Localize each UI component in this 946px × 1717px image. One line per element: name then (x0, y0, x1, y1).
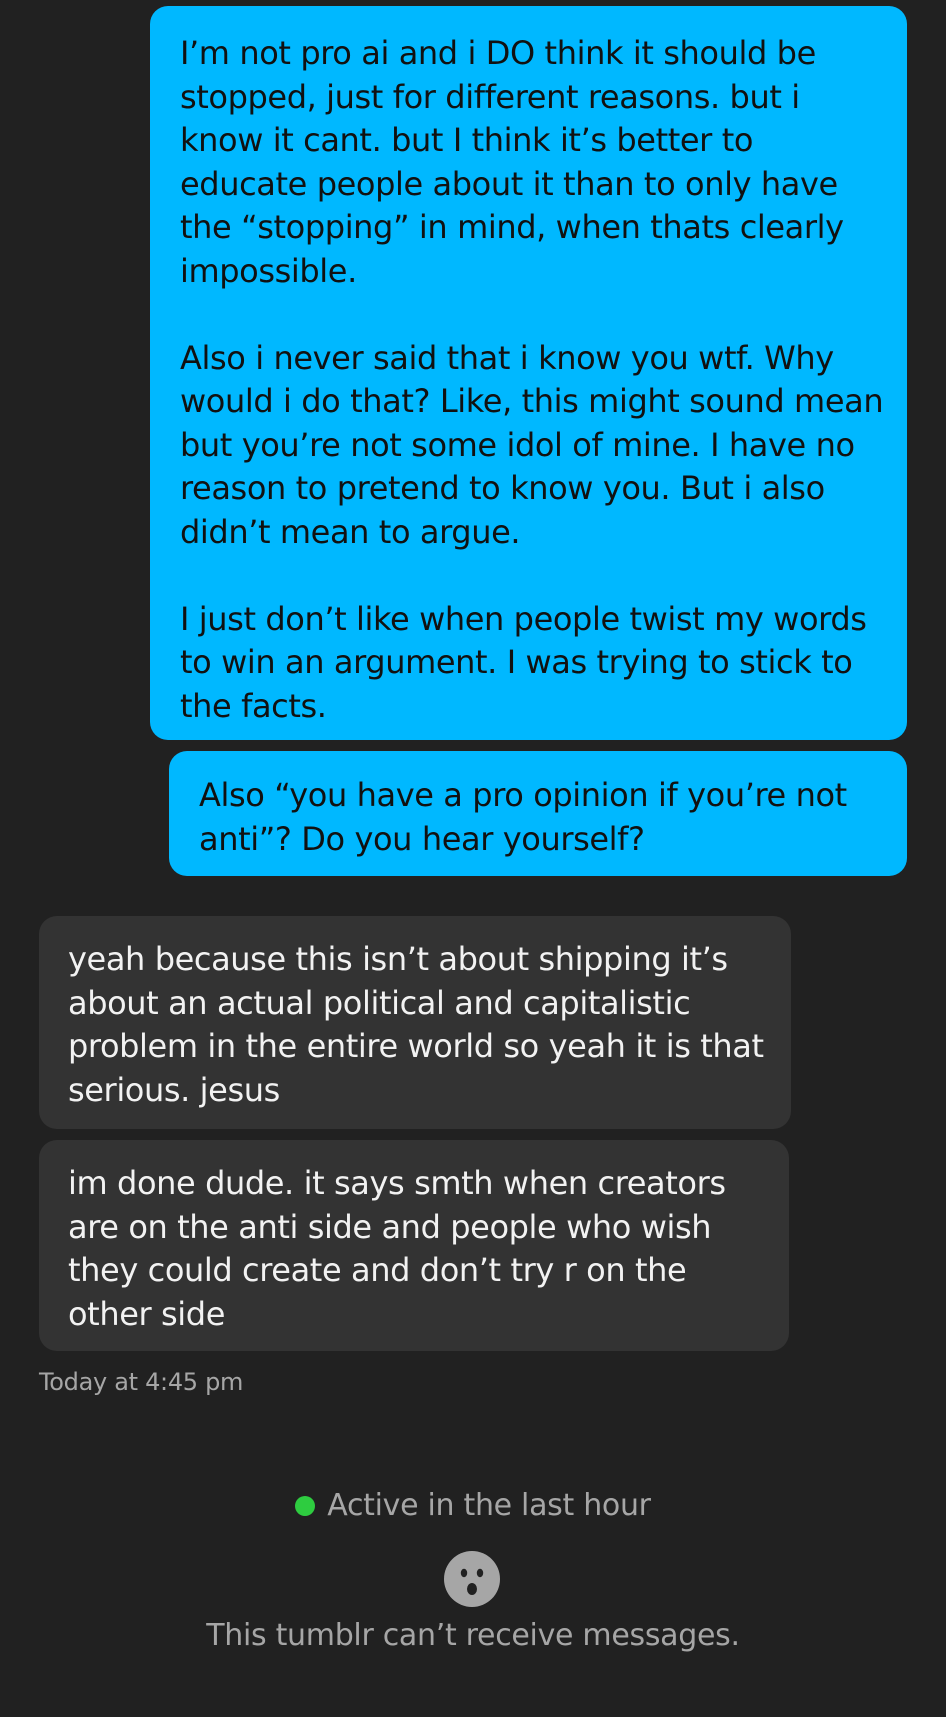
cannot-receive-messages-notice: This tumblr can’t receive messages. (206, 1618, 740, 1653)
message-timestamp: Today at 4:45 pm (39, 1368, 244, 1396)
received-message-bubble[interactable]: yeah because this isn’t about shipping i… (39, 916, 791, 1129)
sad-face-icon (444, 1551, 500, 1607)
activity-status: Active in the last hour (0, 1488, 946, 1523)
sent-message-bubble[interactable]: Also “you have a pro opinion if you’re n… (169, 751, 907, 876)
activity-status-text: Active in the last hour (327, 1488, 651, 1523)
sent-message-bubble[interactable]: I’m not pro ai and i DO think it should … (150, 6, 907, 740)
online-status-dot-icon (295, 1495, 316, 1516)
received-message-bubble[interactable]: im done dude. it says smth when creators… (39, 1140, 789, 1351)
